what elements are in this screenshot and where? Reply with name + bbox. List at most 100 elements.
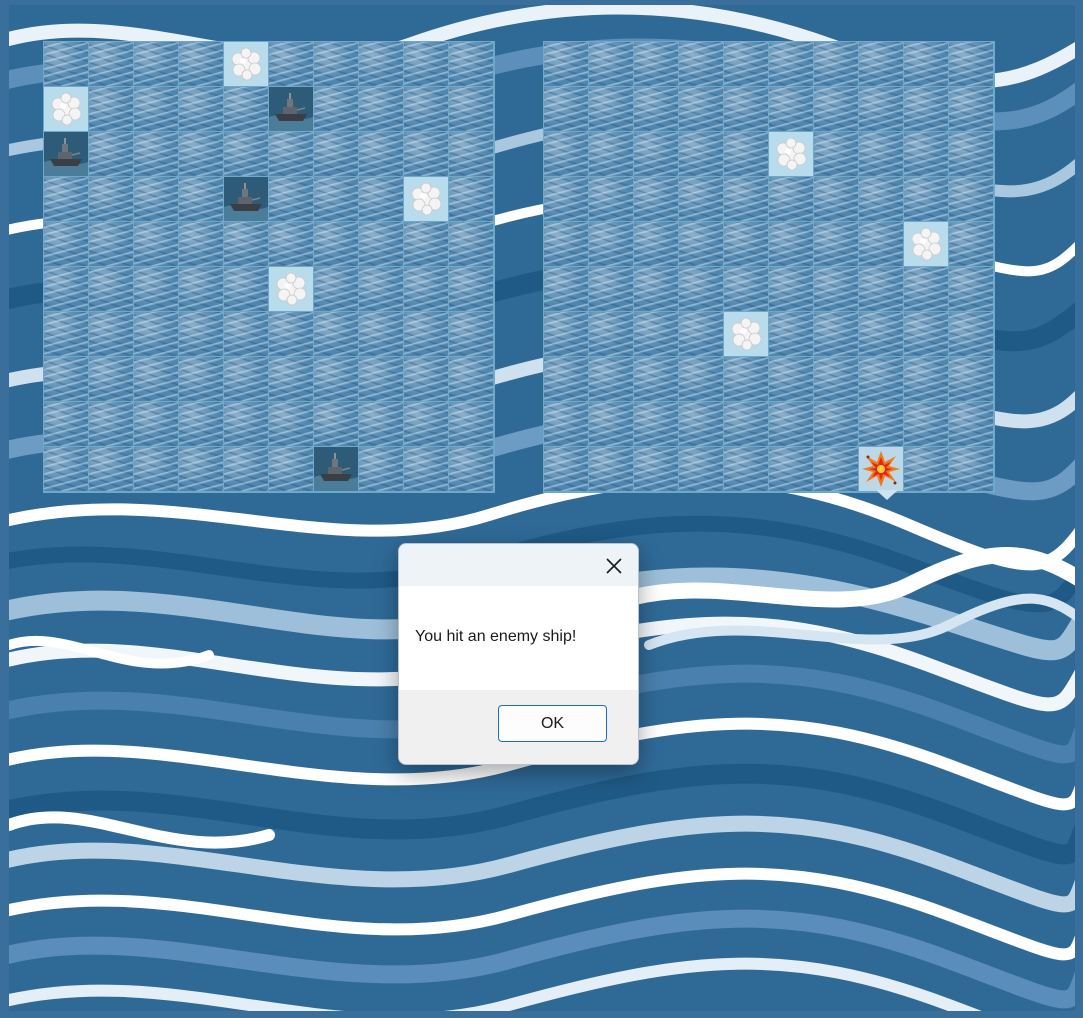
enemy-board-cell[interactable] <box>679 447 723 491</box>
enemy-board-cell[interactable] <box>769 222 813 266</box>
enemy-board-cell[interactable] <box>814 222 858 266</box>
enemy-board-cell[interactable] <box>904 42 948 86</box>
player-board-cell[interactable] <box>44 87 88 131</box>
enemy-board-cell[interactable] <box>859 87 903 131</box>
player-board-cell[interactable] <box>89 87 133 131</box>
enemy-board-cell[interactable] <box>544 87 588 131</box>
player-board-cell[interactable] <box>134 177 178 221</box>
enemy-board-cell[interactable] <box>589 267 633 311</box>
player-board-cell[interactable] <box>44 312 88 356</box>
enemy-board-cell[interactable] <box>634 402 678 446</box>
enemy-board-cell[interactable] <box>589 402 633 446</box>
player-board-cell[interactable] <box>359 222 403 266</box>
enemy-board-cell[interactable] <box>634 447 678 491</box>
enemy-board-cell[interactable] <box>544 312 588 356</box>
player-board-cell[interactable] <box>134 87 178 131</box>
player-board-cell[interactable] <box>224 402 268 446</box>
enemy-board-cell[interactable] <box>589 132 633 176</box>
player-board-cell[interactable] <box>269 132 313 176</box>
player-board-cell[interactable] <box>179 222 223 266</box>
player-board-cell[interactable] <box>89 312 133 356</box>
player-board-cell[interactable] <box>359 357 403 401</box>
enemy-board-cell[interactable] <box>544 267 588 311</box>
enemy-board-cell[interactable] <box>904 267 948 311</box>
enemy-board-cell[interactable] <box>904 132 948 176</box>
enemy-board-cell[interactable] <box>949 42 993 86</box>
enemy-board-cell[interactable] <box>724 267 768 311</box>
player-board-cell[interactable] <box>224 312 268 356</box>
enemy-board-cell[interactable] <box>589 447 633 491</box>
enemy-board-cell[interactable] <box>589 87 633 131</box>
enemy-board-cell[interactable] <box>859 267 903 311</box>
enemy-board-cell[interactable] <box>814 402 858 446</box>
enemy-board-cell[interactable] <box>769 132 813 176</box>
player-board-cell[interactable] <box>89 132 133 176</box>
enemy-board-cell[interactable] <box>544 42 588 86</box>
player-board-cell[interactable] <box>404 267 448 311</box>
player-board-cell[interactable] <box>44 132 88 176</box>
enemy-board-cell[interactable] <box>679 357 723 401</box>
enemy-board-cell[interactable] <box>814 447 858 491</box>
player-board-cell[interactable] <box>404 132 448 176</box>
enemy-board-cell[interactable] <box>859 42 903 86</box>
enemy-board-cell[interactable] <box>949 312 993 356</box>
enemy-board-cell[interactable] <box>769 447 813 491</box>
player-board-cell[interactable] <box>449 402 493 446</box>
player-board-cell[interactable] <box>449 357 493 401</box>
player-board-cell[interactable] <box>404 42 448 86</box>
player-board-cell[interactable] <box>269 402 313 446</box>
enemy-board-cell[interactable] <box>814 87 858 131</box>
player-board-cell[interactable] <box>224 42 268 86</box>
enemy-board-cell[interactable] <box>949 132 993 176</box>
player-board-cell[interactable] <box>404 87 448 131</box>
enemy-board-cell[interactable] <box>904 87 948 131</box>
enemy-board-cell[interactable] <box>769 402 813 446</box>
enemy-board-cell[interactable] <box>544 222 588 266</box>
player-board-cell[interactable] <box>44 42 88 86</box>
enemy-board-cell[interactable] <box>544 447 588 491</box>
enemy-board-cell[interactable] <box>724 132 768 176</box>
player-board-cell[interactable] <box>134 132 178 176</box>
player-board-cell[interactable] <box>269 222 313 266</box>
enemy-board-cell[interactable] <box>949 177 993 221</box>
enemy-board-cell[interactable] <box>814 177 858 221</box>
player-board-cell[interactable] <box>314 222 358 266</box>
player-board-cell[interactable] <box>404 312 448 356</box>
player-board-cell[interactable] <box>359 87 403 131</box>
player-board-cell[interactable] <box>404 222 448 266</box>
player-board-cell[interactable] <box>179 132 223 176</box>
enemy-board-cell[interactable] <box>904 222 948 266</box>
enemy-board-cell[interactable] <box>814 267 858 311</box>
player-board-cell[interactable] <box>134 447 178 491</box>
enemy-board-cell[interactable] <box>859 312 903 356</box>
player-board-cell[interactable] <box>314 42 358 86</box>
enemy-board-cell[interactable] <box>859 447 903 491</box>
player-board-cell[interactable] <box>179 42 223 86</box>
player-board-cell[interactable] <box>89 42 133 86</box>
player-board-cell[interactable] <box>314 447 358 491</box>
enemy-board-cell[interactable] <box>634 312 678 356</box>
player-board-cell[interactable] <box>314 132 358 176</box>
enemy-board-cell[interactable] <box>544 357 588 401</box>
player-board-cell[interactable] <box>224 222 268 266</box>
player-board-cell[interactable] <box>224 87 268 131</box>
player-board-cell[interactable] <box>449 177 493 221</box>
player-board-cell[interactable] <box>314 357 358 401</box>
player-board-cell[interactable] <box>314 402 358 446</box>
player-board-cell[interactable] <box>89 177 133 221</box>
enemy-board-cell[interactable] <box>769 357 813 401</box>
enemy-board-cell[interactable] <box>589 42 633 86</box>
player-board-cell[interactable] <box>224 447 268 491</box>
enemy-board-cell[interactable] <box>769 312 813 356</box>
player-board-cell[interactable] <box>89 402 133 446</box>
player-board-cell[interactable] <box>44 222 88 266</box>
enemy-board-cell[interactable] <box>679 177 723 221</box>
player-board-cell[interactable] <box>44 267 88 311</box>
player-board-cell[interactable] <box>359 402 403 446</box>
player-board-cell[interactable] <box>449 447 493 491</box>
enemy-board-cell[interactable] <box>814 42 858 86</box>
player-board-cell[interactable] <box>314 267 358 311</box>
enemy-board-cell[interactable] <box>724 222 768 266</box>
player-board-cell[interactable] <box>449 222 493 266</box>
enemy-board-cell[interactable] <box>904 312 948 356</box>
